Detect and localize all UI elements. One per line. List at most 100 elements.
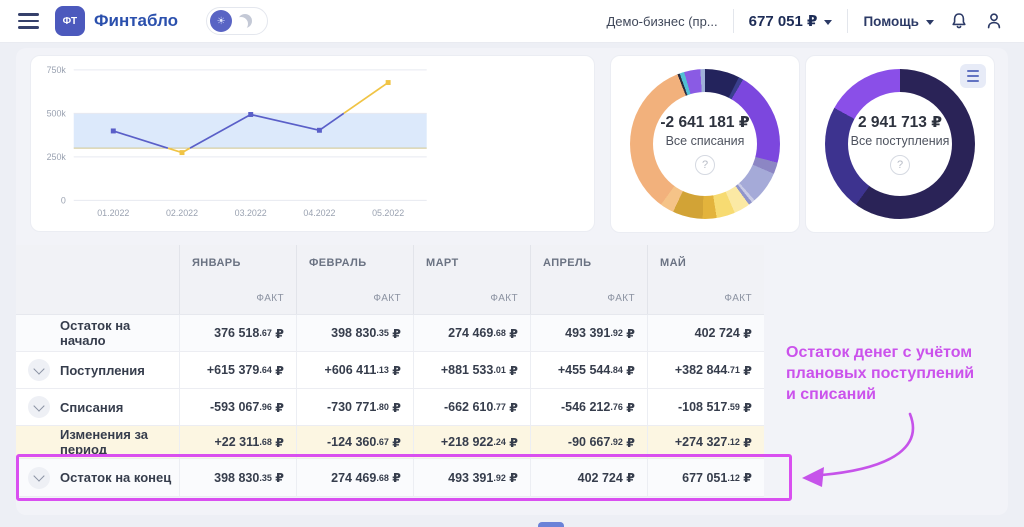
svg-text:01.2022: 01.2022 <box>97 208 129 218</box>
expenses-donut-chart[interactable] <box>630 69 780 219</box>
dashboard-panel: 750k500k250k001.202202.202203.202204.202… <box>16 48 1008 515</box>
table-row: Изменения за период+22 311.68 ₽-124 360.… <box>16 426 764 459</box>
value-cell[interactable]: +606 411.13 ₽ <box>296 352 413 388</box>
help-question-icon[interactable]: ? <box>695 155 715 175</box>
table-body: Остаток на начало376 518.67 ₽398 830.35 … <box>16 315 764 497</box>
value-cell[interactable]: 402 724 ₽ <box>530 459 647 496</box>
income-donut-card: 2 941 713 ₽ Все поступления ? <box>805 55 995 233</box>
help-dropdown[interactable]: Помощь <box>863 14 934 29</box>
value-cell[interactable]: 493 391.92 ₽ <box>530 315 647 351</box>
column-header-month-1[interactable]: ЯНВАРЬ ФАКТ <box>179 245 296 314</box>
value-cell[interactable]: -108 517.59 ₽ <box>647 389 764 425</box>
table-header-row: ЯНВАРЬФАКТФЕВРАЛЬФАКТМАРТФАКТАПРЕЛЬФАКТМ… <box>16 245 764 315</box>
value-cell[interactable]: +615 379.64 ₽ <box>179 352 296 388</box>
value-cell[interactable]: +382 844.71 ₽ <box>647 352 764 388</box>
notifications-bell-icon[interactable] <box>949 11 969 31</box>
balance-value: 677 051 ₽ <box>749 12 818 30</box>
month-label: МАРТ <box>426 257 518 269</box>
row-expand-chevron-icon[interactable] <box>28 467 50 489</box>
row-label: Остаток на начало <box>60 318 179 348</box>
light-theme-sun-icon[interactable]: ☀ <box>210 10 232 32</box>
card-menu-icon[interactable] <box>960 64 986 88</box>
divider <box>847 9 848 33</box>
value-cell[interactable]: -90 667.92 ₽ <box>530 426 647 458</box>
svg-text:500k: 500k <box>47 108 67 118</box>
value-cell[interactable]: 274 469.68 ₽ <box>413 315 530 351</box>
month-label: МАЙ <box>660 257 752 269</box>
value-cell[interactable]: -593 067.96 ₽ <box>179 389 296 425</box>
scroll-indicator[interactable] <box>538 522 564 527</box>
column-header-month-3[interactable]: МАРТ ФАКТ <box>413 245 530 314</box>
theme-toggle[interactable]: ☀ <box>206 7 268 35</box>
value-cell[interactable]: +274 327.12 ₽ <box>647 426 764 458</box>
svg-text:750k: 750k <box>47 65 67 75</box>
row-label-cell: Изменения за период <box>16 426 179 458</box>
month-label: АПРЕЛЬ <box>543 257 635 269</box>
fact-label: ФАКТ <box>426 293 518 304</box>
income-donut-chart[interactable] <box>825 69 975 219</box>
data-point[interactable] <box>386 80 391 85</box>
fact-label: ФАКТ <box>192 293 284 304</box>
value-cell[interactable]: 677 051.12 ₽ <box>647 459 764 496</box>
top-bar-left: ФТ Финтабло ☀ <box>0 6 268 36</box>
column-header-month-4[interactable]: АПРЕЛЬ ФАКТ <box>530 245 647 314</box>
row-label: Изменения за период <box>60 427 179 457</box>
value-cell[interactable]: 493 391.92 ₽ <box>413 459 530 496</box>
help-label: Помощь <box>863 14 919 29</box>
data-point[interactable] <box>317 128 322 133</box>
value-cell[interactable]: -546 212.76 ₽ <box>530 389 647 425</box>
divider <box>733 9 734 33</box>
balance-line-chart-card: 750k500k250k001.202202.202203.202204.202… <box>30 55 595 232</box>
annotation-line: Остаток денег с учётом <box>786 342 1014 363</box>
table-row: Остаток на начало376 518.67 ₽398 830.35 … <box>16 315 764 352</box>
row-label-cell: Остаток на конец <box>16 459 179 496</box>
value-cell[interactable]: +218 922.24 ₽ <box>413 426 530 458</box>
brand[interactable]: ФТ Финтабло <box>55 6 178 36</box>
row-label-cell: Остаток на начало <box>16 315 179 351</box>
data-point[interactable] <box>180 150 185 155</box>
table-corner-cell <box>16 245 179 314</box>
chevron-down-icon <box>824 20 832 25</box>
expenses-donut-card: -2 641 181 ₽ Все списания ? <box>610 55 800 233</box>
row-label: Списания <box>60 400 123 415</box>
data-point[interactable] <box>248 112 253 117</box>
brand-logo-icon[interactable]: ФТ <box>55 6 85 36</box>
user-profile-icon[interactable] <box>984 11 1004 31</box>
value-cell[interactable]: +455 544.84 ₽ <box>530 352 647 388</box>
column-header-month-2[interactable]: ФЕВРАЛЬФАКТ <box>296 245 413 314</box>
balance-line-chart[interactable]: 750k500k250k001.202202.202203.202204.202… <box>31 56 596 231</box>
month-label: ЯНВАРЬ <box>192 257 284 269</box>
table-row: Поступления +615 379.64 ₽+606 411.13 ₽+88… <box>16 352 764 389</box>
value-cell[interactable]: -662 610.77 ₽ <box>413 389 530 425</box>
value-cell[interactable]: 398 830.35 ₽ <box>296 315 413 351</box>
svg-text:02.2022: 02.2022 <box>166 208 198 218</box>
value-cell[interactable]: +881 533.01 ₽ <box>413 352 530 388</box>
table-row: Списания -593 067.96 ₽-730 771.80 ₽-662 6… <box>16 389 764 426</box>
column-header-month-5[interactable]: МАЙФАКТ <box>647 245 764 314</box>
data-point[interactable] <box>111 128 116 133</box>
value-cell[interactable]: -124 360.67 ₽ <box>296 426 413 458</box>
annotation-text: Остаток денег с учётом плановых поступле… <box>786 342 1014 405</box>
brand-name: Финтабло <box>94 11 178 31</box>
value-cell[interactable]: 376 518.67 ₽ <box>179 315 296 351</box>
value-cell[interactable]: 398 830.35 ₽ <box>179 459 296 496</box>
row-label: Поступления <box>60 363 145 378</box>
svg-text:04.2022: 04.2022 <box>303 208 335 218</box>
dark-theme-moon-icon[interactable] <box>238 14 252 28</box>
value-cell[interactable]: -730 771.80 ₽ <box>296 389 413 425</box>
svg-text:03.2022: 03.2022 <box>235 208 267 218</box>
svg-text:0: 0 <box>61 195 66 205</box>
fact-label: ФАКТ <box>309 293 401 304</box>
value-cell[interactable]: 274 469.68 ₽ <box>296 459 413 496</box>
row-expand-chevron-icon[interactable] <box>28 396 50 418</box>
company-name[interactable]: Демо-бизнес (пр... <box>606 14 717 29</box>
row-label-cell: Поступления <box>16 352 179 388</box>
hamburger-menu-icon[interactable] <box>16 9 41 33</box>
value-cell[interactable]: 402 724 ₽ <box>647 315 764 351</box>
row-expand-chevron-icon[interactable] <box>28 359 50 381</box>
help-question-icon[interactable]: ? <box>890 155 910 175</box>
value-cell[interactable]: +22 311.68 ₽ <box>179 426 296 458</box>
balance-dropdown[interactable]: 677 051 ₽ <box>749 12 833 30</box>
row-label-cell: Списания <box>16 389 179 425</box>
fact-label: ФАКТ <box>543 293 635 304</box>
